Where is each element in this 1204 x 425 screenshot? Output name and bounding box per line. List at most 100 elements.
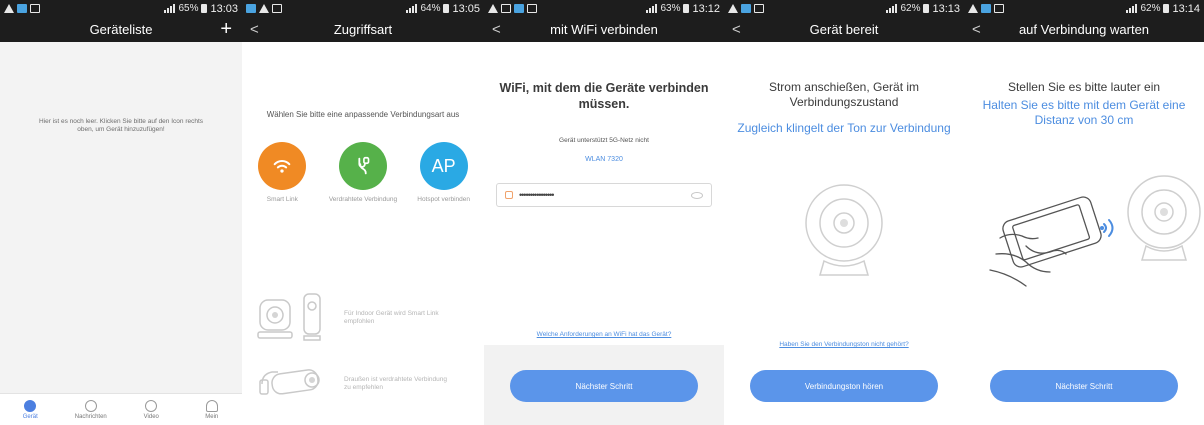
status-bar: 63% 13:12 bbox=[484, 0, 724, 17]
app-notification-icon bbox=[514, 4, 524, 13]
page-title: Geräteliste bbox=[89, 22, 153, 37]
signal-icon bbox=[886, 4, 898, 13]
screen-waiting-connection: 62% 13:14 < auf Verbindung warten Stelle… bbox=[964, 0, 1204, 425]
signal-icon bbox=[1126, 4, 1138, 13]
app-notification-icon bbox=[741, 4, 751, 13]
device-list-content: Hier ist es noch leer. Klicken Sie bitte… bbox=[0, 42, 242, 425]
mode-smart-link[interactable]: Smart Link bbox=[247, 142, 317, 204]
mode-label: Smart Link bbox=[266, 196, 298, 203]
status-bar: 62% 13:13 bbox=[724, 0, 964, 17]
battery-icon bbox=[683, 4, 690, 13]
device-icon bbox=[24, 399, 37, 412]
warning-icon bbox=[488, 4, 498, 13]
cable-icon bbox=[338, 142, 387, 190]
lock-icon bbox=[505, 191, 513, 199]
mode-label: Hotspot verbinden bbox=[417, 196, 471, 203]
status-bar: 62% 13:14 bbox=[964, 0, 1204, 17]
recommendation-text: Für Indoor Gerät wird Smart Link empfohl… bbox=[344, 310, 439, 325]
recommendation-text: Draußen ist verdrahtete Verbindung zu em… bbox=[344, 376, 447, 391]
tab-messages[interactable]: Nachrichten bbox=[66, 399, 116, 420]
battery-percent: 62% bbox=[1140, 3, 1161, 14]
app-notification-icon bbox=[246, 4, 256, 13]
warning-icon bbox=[259, 4, 269, 13]
battery-icon bbox=[443, 4, 450, 13]
access-type-content: Wählen Sie bitte eine anpassende Verbind… bbox=[242, 42, 484, 425]
bottom-tab-bar: Gerät Nachrichten Video Mein bbox=[0, 393, 242, 425]
mode-wired[interactable]: Verdrahtete Verbindung bbox=[328, 142, 398, 204]
mode-label: Verdrahtete Verbindung bbox=[328, 196, 398, 203]
app-notification-icon bbox=[17, 4, 27, 13]
screen-device-ready: 62% 13:13 < Gerät bereit Strom anschieße… bbox=[724, 0, 964, 425]
image-icon bbox=[501, 4, 511, 13]
device-ready-content: Strom anschießen, Gerät im Verbindungszu… bbox=[724, 42, 964, 425]
back-button[interactable]: < bbox=[972, 21, 981, 38]
status-time: 13:12 bbox=[692, 2, 720, 15]
battery-percent: 64% bbox=[420, 3, 441, 14]
battery-icon bbox=[201, 4, 208, 13]
back-button[interactable]: < bbox=[732, 21, 741, 38]
not-heard-link[interactable]: Haben Sie den Verbindungston nicht gehör… bbox=[724, 341, 964, 348]
wifi-ssid[interactable]: WLAN 7320 bbox=[484, 156, 724, 163]
warning-icon bbox=[728, 4, 738, 13]
page-title: Gerät bereit bbox=[809, 22, 879, 37]
add-device-button[interactable]: + bbox=[220, 18, 232, 40]
wifi-connect-content: WiFi, mit dem die Geräte verbinden müsse… bbox=[484, 42, 724, 425]
app-bar: < Zugriffsart bbox=[242, 17, 484, 42]
page-title: Zugriffsart bbox=[333, 22, 393, 37]
screenshot-strip: 65% 13:03 Geräteliste + Hier ist es noch… bbox=[0, 0, 1204, 425]
empty-message: Hier ist es noch leer. Klicken Sie bitte… bbox=[38, 118, 204, 133]
warning-icon bbox=[968, 4, 978, 13]
volume-instruction: Stellen Sie es bitte lauter ein bbox=[1007, 80, 1161, 94]
back-button[interactable]: < bbox=[250, 21, 259, 38]
wifi-heading: WiFi, mit dem die Geräte verbinden müsse… bbox=[499, 81, 709, 111]
status-time: 13:14 bbox=[1172, 2, 1200, 15]
battery-percent: 65% bbox=[178, 3, 199, 14]
access-point-icon: AP bbox=[419, 142, 468, 190]
connection-modes: Smart Link Verdrahtete Verbindung AP Hot… bbox=[242, 142, 484, 204]
distance-instruction: Halten Sie es bitte mit dem Gerät eine D… bbox=[964, 98, 1204, 128]
password-field[interactable]: •••••••••••••••• bbox=[496, 183, 712, 207]
distance-line-2: Distanz von 30 cm bbox=[1034, 113, 1134, 127]
wifi-requirements-link[interactable]: Welche Anforderungen an WiFi hat das Ger… bbox=[484, 331, 724, 338]
next-step-button[interactable]: Nächster Schritt bbox=[990, 370, 1178, 402]
play-tone-button[interactable]: Verbindungston hören bbox=[750, 370, 938, 402]
status-bar: 65% 13:03 bbox=[0, 0, 242, 17]
battery-icon bbox=[1163, 4, 1170, 13]
page-title: mit WiFi verbinden bbox=[550, 22, 658, 37]
screen-access-type: 64% 13:05 < Zugriffsart Wählen Sie bitte… bbox=[242, 0, 484, 425]
indoor-recommendation: Für Indoor Gerät wird Smart Link empfohl… bbox=[242, 288, 484, 348]
tab-profile[interactable]: Mein bbox=[187, 399, 237, 420]
signal-icon bbox=[406, 4, 418, 13]
eye-icon[interactable] bbox=[691, 191, 703, 199]
gallery-icon bbox=[994, 4, 1004, 13]
video-icon bbox=[145, 399, 158, 412]
page-title: auf Verbindung warten bbox=[1018, 22, 1150, 37]
back-button[interactable]: < bbox=[492, 21, 501, 38]
app-bar: < auf Verbindung warten bbox=[964, 17, 1204, 42]
mode-hotspot[interactable]: AP Hotspot verbinden bbox=[409, 142, 479, 204]
warning-icon bbox=[4, 4, 14, 13]
gallery-icon bbox=[527, 4, 537, 13]
next-step-button[interactable]: Nächster Schritt bbox=[510, 370, 698, 402]
battery-percent: 63% bbox=[660, 3, 681, 14]
signal-icon bbox=[164, 4, 176, 13]
distance-line-1: Halten Sie es bitte mit dem Gerät eine bbox=[982, 98, 1186, 112]
wifi-icon bbox=[258, 142, 307, 190]
gallery-icon bbox=[754, 4, 764, 13]
tab-label: Video bbox=[143, 413, 159, 420]
indoor-camera-icon bbox=[257, 293, 321, 341]
status-time: 13:05 bbox=[452, 2, 480, 15]
tab-label: Mein bbox=[205, 413, 219, 420]
power-instruction: Strom anschießen, Gerät im Verbindungszu… bbox=[768, 80, 920, 109]
app-bar: < Gerät bereit bbox=[724, 17, 964, 42]
5g-note: Gerät unterstützt 5G-Netz nicht bbox=[559, 137, 649, 144]
status-time: 13:03 bbox=[210, 2, 238, 15]
password-value: •••••••••••••••• bbox=[519, 190, 554, 200]
tab-video[interactable]: Video bbox=[126, 399, 176, 420]
phone-camera-illustration bbox=[989, 175, 1201, 287]
camera-illustration bbox=[805, 184, 883, 276]
tab-device[interactable]: Gerät bbox=[5, 399, 55, 420]
battery-percent: 62% bbox=[900, 3, 921, 14]
message-icon bbox=[84, 399, 97, 412]
app-bar: Geräteliste + bbox=[0, 17, 242, 42]
